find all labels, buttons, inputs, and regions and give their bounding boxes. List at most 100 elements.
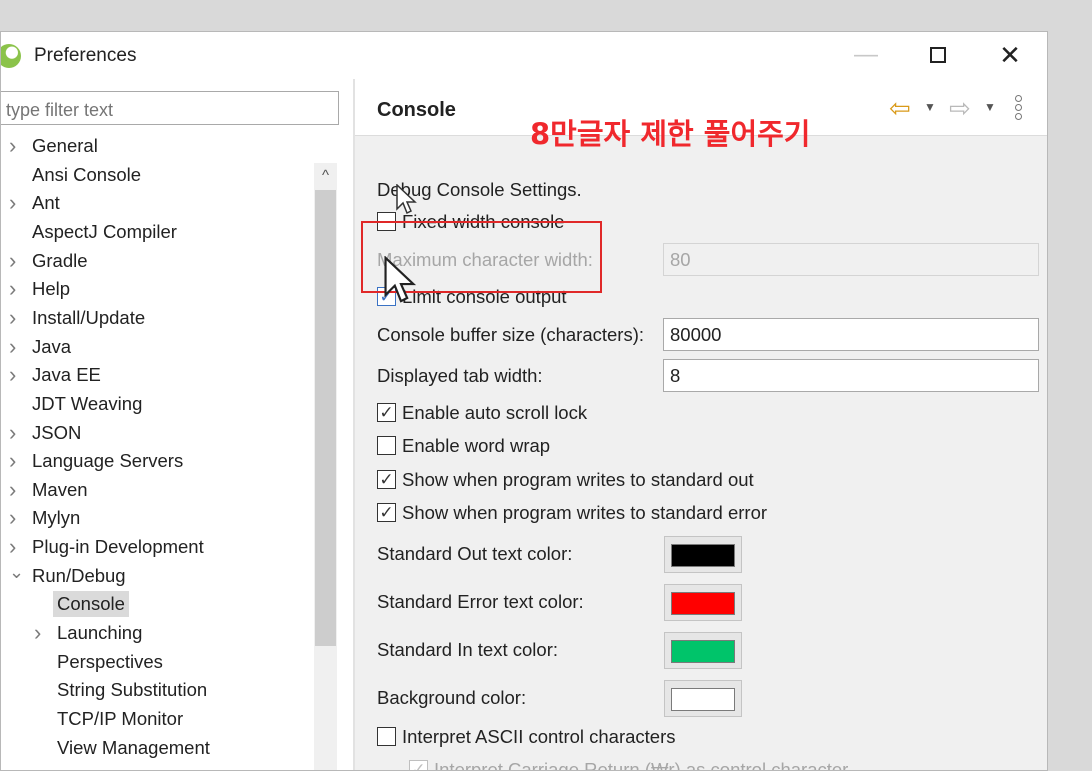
- back-dropdown-icon[interactable]: ▼: [924, 100, 936, 114]
- tree-item[interactable]: › Install/Update: [1, 305, 313, 331]
- view-menu-icon[interactable]: [1015, 95, 1025, 123]
- tree-item-label: Install/Update: [32, 306, 146, 328]
- preference-tree-pane: › General Ansi Console › Ant AspectJ Compiler…: [1, 78, 341, 770]
- std-in-swatch: [671, 640, 735, 663]
- std-err-color-button[interactable]: [664, 584, 742, 621]
- chevron-right-icon[interactable]: ›: [9, 534, 23, 560]
- chevron-right-icon[interactable]: ›: [9, 190, 23, 216]
- tree-item-label: JDT Weaving: [32, 392, 143, 414]
- auto-scroll-label: Enable auto scroll lock: [402, 402, 588, 423]
- forward-dropdown-icon[interactable]: ▼: [984, 100, 996, 114]
- tree-item[interactable]: › Plug-in Development: [1, 534, 313, 560]
- spring-app-icon: [1, 44, 21, 68]
- chevron-right-icon[interactable]: ›: [9, 505, 23, 531]
- std-err-swatch: [671, 592, 735, 615]
- chevron-right-icon[interactable]: ›: [9, 477, 23, 503]
- bg-swatch: [671, 688, 735, 711]
- chevron-right-icon[interactable]: ›: [9, 305, 23, 331]
- auto-scroll-checkbox[interactable]: ✓: [377, 403, 396, 422]
- chevron-right-icon[interactable]: ›: [9, 276, 23, 302]
- tree-item-label: Console: [53, 591, 129, 618]
- show-err-label: Show when program writes to standard err…: [402, 502, 768, 523]
- tree-item-label: JSON: [32, 421, 82, 443]
- tree-scrollbar[interactable]: ^: [314, 163, 337, 770]
- title-bar: Preferences — ✕: [1, 32, 1047, 78]
- chevron-right-icon[interactable]: ›: [9, 248, 23, 274]
- tree-item[interactable]: View Management: [1, 735, 313, 761]
- window-title: Preferences: [34, 45, 137, 66]
- tree-item[interactable]: String Substitution: [1, 677, 313, 703]
- tree-item[interactable]: Ansi Console: [1, 162, 313, 188]
- tree-item[interactable]: › Mylyn: [1, 505, 313, 531]
- scroll-up-icon[interactable]: ^: [314, 163, 337, 187]
- tree-item[interactable]: › Language Servers: [1, 448, 313, 474]
- tree-item-label: String Substitution: [57, 679, 208, 701]
- filter-input[interactable]: [1, 91, 339, 125]
- tree-item-label: Ansi Console: [32, 163, 142, 185]
- chevron-right-icon[interactable]: ›: [9, 133, 23, 159]
- bg-color-label: Background color:: [377, 687, 527, 708]
- tree-item[interactable]: TCP/IP Monitor: [1, 706, 313, 732]
- tree-item[interactable]: Console: [1, 591, 313, 618]
- back-arrow-icon[interactable]: ⇦: [889, 95, 911, 121]
- chevron-right-icon[interactable]: ›: [34, 620, 48, 646]
- tree-item-label: Help: [32, 278, 71, 300]
- chevron-down-icon[interactable]: ⌄: [9, 563, 24, 581]
- close-button[interactable]: ✕: [987, 40, 1033, 70]
- tree-item[interactable]: › Java: [1, 334, 313, 360]
- carriage-return-label: Interpret Carriage Return (₩r) as contro…: [434, 759, 849, 771]
- tree-item[interactable]: › Gradle: [1, 248, 313, 274]
- buffer-size-field[interactable]: 80000: [663, 318, 1039, 351]
- tree-item-label: General: [32, 135, 98, 156]
- chevron-right-icon[interactable]: ›: [9, 334, 23, 360]
- minimize-button[interactable]: —: [843, 40, 889, 70]
- std-out-color-button[interactable]: [664, 536, 742, 573]
- tree-item-label: Gradle: [32, 249, 88, 271]
- chevron-right-icon[interactable]: ›: [9, 420, 23, 446]
- tree-item[interactable]: › Maven: [1, 477, 313, 503]
- tree-item-label: Mylyn: [32, 507, 81, 529]
- show-err-checkbox[interactable]: ✓: [377, 503, 396, 522]
- max-width-field[interactable]: 80: [663, 243, 1039, 276]
- carriage-return-checkbox[interactable]: ✓: [409, 760, 428, 770]
- bg-color-button[interactable]: [664, 680, 742, 717]
- page-title: Console: [377, 99, 456, 121]
- tree-item[interactable]: › JSON: [1, 420, 313, 446]
- buffer-size-label: Console buffer size (characters):: [377, 324, 644, 345]
- tree-item-label: Ant: [32, 192, 60, 214]
- chevron-right-icon[interactable]: ›: [9, 448, 23, 474]
- tree-item-label: Java: [32, 335, 72, 357]
- tree-item[interactable]: AspectJ Compiler: [1, 219, 313, 245]
- console-page: Console ⇦ ▼ ⇨ ▼ Debug Console Settings. …: [355, 78, 1047, 771]
- tree-item-label: Java EE: [32, 364, 101, 386]
- tab-width-field[interactable]: 8: [663, 359, 1039, 392]
- show-out-label: Show when program writes to standard out: [402, 469, 754, 490]
- tree-item[interactable]: › Launching: [1, 620, 313, 646]
- ascii-label: Interpret ASCII control characters: [402, 726, 676, 747]
- std-in-color-button[interactable]: [664, 632, 742, 669]
- tree-item-label: Language Servers: [32, 450, 184, 472]
- tree-item[interactable]: › Help: [1, 276, 313, 302]
- ascii-checkbox[interactable]: [377, 727, 396, 746]
- tree-item-label: Launching: [57, 622, 143, 644]
- tree-item[interactable]: › General: [1, 133, 313, 159]
- maximize-button[interactable]: [915, 40, 961, 70]
- tree-item-label: View Management: [57, 736, 210, 758]
- tab-width-label: Displayed tab width:: [377, 365, 543, 386]
- tree-item[interactable]: ⌄ Run/Debug: [1, 563, 313, 589]
- std-out-swatch: [671, 544, 735, 567]
- tree-item[interactable]: JDT Weaving: [1, 391, 313, 417]
- scroll-thumb[interactable]: [315, 190, 336, 646]
- show-out-checkbox[interactable]: ✓: [377, 470, 396, 489]
- forward-arrow-icon[interactable]: ⇨: [949, 95, 971, 121]
- chevron-right-icon[interactable]: ›: [9, 362, 23, 388]
- std-in-color-label: Standard In text color:: [377, 639, 558, 660]
- tree-item[interactable]: Perspectives: [1, 649, 313, 675]
- tree-item[interactable]: › Java EE: [1, 362, 313, 388]
- std-out-color-label: Standard Out text color:: [377, 543, 573, 564]
- mouse-cursor-icon: [384, 256, 417, 303]
- word-wrap-checkbox[interactable]: [377, 436, 396, 455]
- tree-item-label: Perspectives: [57, 650, 163, 672]
- tree-item[interactable]: › Ant: [1, 190, 313, 216]
- preferences-window: Preferences — ✕ › General Ansi Console › Ant…: [0, 31, 1048, 771]
